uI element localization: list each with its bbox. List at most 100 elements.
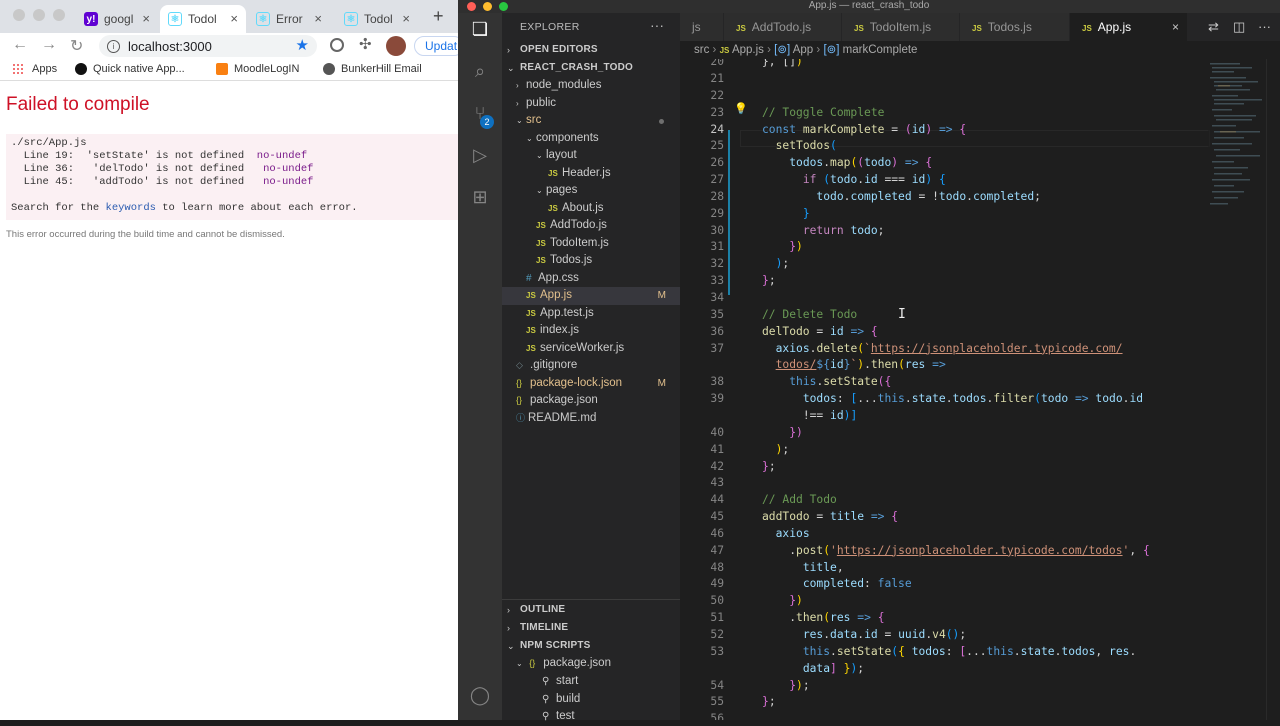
- editor-tab[interactable]: js: [680, 13, 724, 41]
- editor-tab[interactable]: JS Todos.js: [960, 13, 1070, 41]
- compare-icon[interactable]: ⇄: [1208, 19, 1219, 35]
- tree-file[interactable]: JS AddTodo.js: [502, 217, 680, 235]
- js-file-icon: JS: [526, 308, 536, 318]
- bookmark-apps[interactable]: Apps: [12, 63, 57, 75]
- source-control-badge: 2: [480, 115, 494, 129]
- breadcrumb-file[interactable]: App.js: [732, 44, 764, 56]
- explorer-icon[interactable]: ❏: [468, 19, 492, 43]
- breadcrumb-function[interactable]: markComplete: [843, 44, 918, 56]
- bookmark-quick-native[interactable]: Quick native App...: [75, 63, 185, 75]
- tree-file[interactable]: {} package-lock.json M: [502, 375, 680, 393]
- npm-script-item[interactable]: ⚲ test: [502, 708, 680, 726]
- close-tab-icon[interactable]: ×: [1172, 13, 1179, 41]
- bookmark-moodle[interactable]: MoodleLogIN: [216, 63, 299, 75]
- maximize-window-button[interactable]: [53, 9, 65, 21]
- code-line: this.setState({: [789, 375, 892, 389]
- project-section[interactable]: ⌄ REACT_CRASH_TODO: [502, 59, 680, 77]
- close-tab-icon[interactable]: ×: [230, 11, 238, 26]
- line-number: 25: [710, 139, 724, 153]
- tree-folder[interactable]: › node_modules: [502, 77, 680, 95]
- new-tab-button[interactable]: +: [433, 6, 444, 27]
- tree-label: .gitignore: [530, 359, 578, 371]
- tree-file[interactable]: JS serviceWorker.js: [502, 340, 680, 358]
- outline-section[interactable]: › OUTLINE: [502, 601, 680, 619]
- split-editor-icon[interactable]: ◫: [1233, 19, 1245, 35]
- code-editor[interactable]: 💡 20}, []) 21 22 23 // Toggle Complete 24 cons…: [680, 59, 1280, 720]
- editor-tab-label: js: [692, 20, 701, 34]
- reload-button[interactable]: ↻: [70, 36, 83, 56]
- vscode-maximize-button[interactable]: [499, 2, 508, 11]
- close-tab-icon[interactable]: ×: [314, 11, 322, 26]
- more-actions-icon[interactable]: ···: [650, 17, 664, 33]
- code-line: .then(res => {: [762, 611, 885, 625]
- editor-tab[interactable]: JS App.js ×: [1070, 13, 1188, 41]
- browser-tab[interactable]: y! googl ×: [76, 5, 158, 33]
- tree-file[interactable]: JS Todos.js: [502, 252, 680, 270]
- tree-folder[interactable]: ⌄ pages: [502, 182, 680, 200]
- tree-file[interactable]: # App.css: [502, 270, 680, 288]
- tree-file[interactable]: JS index.js: [502, 322, 680, 340]
- chevron-down-icon: ⌄: [516, 659, 523, 668]
- editor-tab[interactable]: JS AddTodo.js: [724, 13, 842, 41]
- npm-script-item[interactable]: ⚲ build: [502, 691, 680, 709]
- vscode-close-button[interactable]: [467, 2, 476, 11]
- bookmark-bunkerhill[interactable]: BunkerHill Email: [323, 63, 422, 75]
- js-file-icon: JS: [854, 24, 864, 33]
- account-icon[interactable]: ◯: [468, 685, 492, 709]
- browser-tab[interactable]: ⚛ Error ×: [248, 5, 330, 33]
- editor-tab[interactable]: JS TodoItem.js: [842, 13, 960, 41]
- code-line: // Delete Todo: [762, 307, 858, 321]
- tree-label: TodoItem.js: [550, 236, 609, 249]
- tree-file[interactable]: ◇ .gitignore: [502, 357, 680, 375]
- npm-scripts-section[interactable]: ⌄ NPM SCRIPTS: [502, 637, 680, 655]
- tree-folder[interactable]: ⌄ src: [502, 112, 680, 130]
- breadcrumb-src[interactable]: src: [694, 44, 709, 56]
- bookmark-star-icon[interactable]: ★: [296, 36, 309, 54]
- lightbulb-icon[interactable]: 💡: [734, 102, 748, 115]
- vscode-minimize-button[interactable]: [483, 2, 492, 11]
- tree-folder[interactable]: ⌄ components: [502, 130, 680, 148]
- extensions-icon[interactable]: ⊞: [468, 187, 492, 211]
- forward-button[interactable]: →: [41, 36, 57, 54]
- tree-file[interactable]: JS Header.js: [502, 165, 680, 183]
- open-editors-section[interactable]: › OPEN EDITORS: [502, 41, 680, 59]
- npm-package-item[interactable]: ⌄ {} package.json: [502, 655, 680, 673]
- puzzle-icon[interactable]: ✣: [359, 35, 372, 53]
- close-tab-icon[interactable]: ×: [142, 11, 150, 26]
- search-icon[interactable]: ⌕: [468, 61, 492, 85]
- editor-scrollbar[interactable]: [1266, 59, 1280, 720]
- close-window-button[interactable]: [13, 9, 25, 21]
- minimize-window-button[interactable]: [33, 9, 45, 21]
- line-number: 43: [710, 476, 724, 490]
- timeline-section[interactable]: › TIMELINE: [502, 619, 680, 637]
- tree-file[interactable]: JS TodoItem.js: [502, 235, 680, 253]
- address-bar[interactable]: i localhost:3000 ★: [99, 35, 317, 57]
- browser-tab[interactable]: ⚛ Todol ×: [160, 5, 246, 33]
- tree-file[interactable]: JS About.js: [502, 200, 680, 218]
- tree-file[interactable]: ⓘ README.md: [502, 410, 680, 428]
- tree-file[interactable]: {} package.json: [502, 392, 680, 410]
- tree-folder[interactable]: › public: [502, 95, 680, 113]
- explorer-header: EXPLORER: [520, 21, 580, 33]
- tab-title: Todol: [188, 12, 217, 26]
- js-file-icon: JS: [536, 238, 546, 248]
- tree-file[interactable]: JS App.js M: [502, 287, 680, 305]
- tree-file[interactable]: JS App.test.js: [502, 305, 680, 323]
- avatar[interactable]: [386, 36, 406, 56]
- editor-tab-label: TodoItem.js: [869, 20, 932, 34]
- browser-tab[interactable]: ⚛ Todol ×: [336, 5, 418, 33]
- npm-script-item[interactable]: ⚲ start: [502, 673, 680, 691]
- update-button[interactable]: Updat: [414, 36, 464, 56]
- close-tab-icon[interactable]: ×: [402, 11, 410, 26]
- breadcrumb-symbol[interactable]: App: [793, 44, 813, 56]
- site-info-icon[interactable]: i: [107, 39, 120, 53]
- back-button[interactable]: ←: [12, 36, 28, 54]
- minimap[interactable]: [1208, 59, 1266, 219]
- tree-folder[interactable]: ⌄ layout: [502, 147, 680, 165]
- error-line: Line 36: 'delTodo' is not defined no-und…: [11, 163, 314, 175]
- keywords-link[interactable]: keywords: [106, 202, 156, 214]
- editor-actions: ⇄ ◫ ···: [1188, 13, 1280, 41]
- more-icon[interactable]: ···: [1258, 19, 1271, 34]
- run-debug-icon[interactable]: ▷: [468, 145, 492, 169]
- extension-icon[interactable]: [330, 38, 344, 52]
